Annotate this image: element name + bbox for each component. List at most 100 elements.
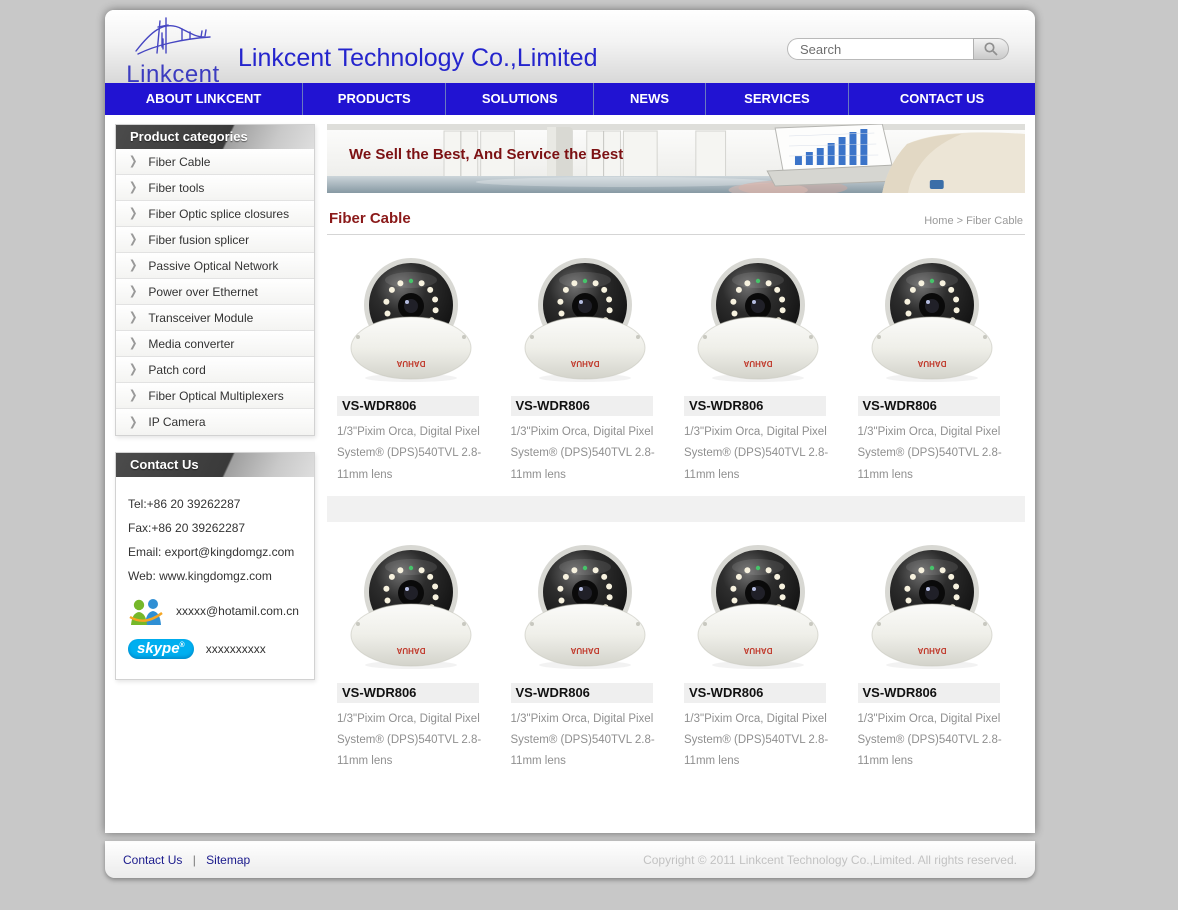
breadcrumb: Home > Fiber Cable xyxy=(924,215,1023,227)
dome-camera-image xyxy=(688,247,828,387)
dome-camera-image xyxy=(862,247,1002,387)
product-card[interactable]: VS-WDR806 1/3"Pixim Orca, Digital Pixel … xyxy=(503,532,677,779)
skype-logo: skype® xyxy=(128,639,194,659)
sidebar: Product categories ❯Fiber Cable ❯Fiber t… xyxy=(115,124,315,833)
chevron-right-icon: ❯ xyxy=(129,311,137,324)
nav-products[interactable]: PRODUCTS xyxy=(302,83,445,115)
sidebar-item-fiber-optic-splice-closures[interactable]: ❯ Fiber Optic splice closures xyxy=(116,201,314,227)
footer-sitemap-link[interactable]: Sitemap xyxy=(206,853,250,867)
sidebar-item-patch-cord[interactable]: ❯ Patch cord xyxy=(116,357,314,383)
chevron-right-icon: ❯ xyxy=(129,181,137,194)
product-card[interactable]: VS-WDR806 1/3"Pixim Orca, Digital Pixel … xyxy=(329,245,503,492)
category-label: Media converter xyxy=(148,337,234,351)
banner-slogan: We Sell the Best, And Service the Best xyxy=(349,146,623,163)
site-container: Linkcent Linkcent Technology Co.,Limited… xyxy=(105,10,1035,833)
product-description: 1/3"Pixim Orca, Digital Pixel System® (D… xyxy=(858,709,1010,773)
category-list: ❯ Fiber Cable ❯Fiber tools ❯ Fiber Optic s… xyxy=(116,149,314,435)
company-name: Linkcent Technology Co.,Limited xyxy=(238,44,597,73)
msn-row: xxxxx@hotamil.com.cn xyxy=(128,596,302,626)
footer-separator: | xyxy=(193,853,196,867)
chevron-right-icon: ❯ xyxy=(129,285,137,298)
product-description: 1/3"Pixim Orca, Digital Pixel System® (D… xyxy=(511,709,663,773)
category-label: Transceiver Module xyxy=(148,311,253,325)
category-label: Passive Optical Network xyxy=(148,259,278,273)
category-label: Patch cord xyxy=(148,363,205,377)
category-label: Fiber Optic splice closures xyxy=(148,207,289,221)
category-label: Fiber fusion splicer xyxy=(148,233,249,247)
dome-camera-image xyxy=(341,247,481,387)
category-label: Fiber Cable xyxy=(148,155,210,169)
product-card[interactable]: VS-WDR806 1/3"Pixim Orca, Digital Pixel … xyxy=(676,245,850,492)
nav-services[interactable]: SERVICES xyxy=(705,83,848,115)
hero-banner: We Sell the Best, And Service the Best xyxy=(327,124,1025,193)
product-name[interactable]: VS-WDR806 xyxy=(684,683,826,703)
category-label: Fiber Optical Multiplexers xyxy=(148,389,283,403)
logo-wordmark: Linkcent xyxy=(117,64,229,86)
bridge-logo-icon xyxy=(130,13,216,59)
product-description: 1/3"Pixim Orca, Digital Pixel System® (D… xyxy=(337,422,489,486)
contact-tel: Tel:+86 20 39262287 xyxy=(128,497,302,511)
product-row-2: VS-WDR806 1/3"Pixim Orca, Digital Pixel … xyxy=(327,522,1025,783)
chevron-right-icon: ❯ xyxy=(129,155,137,168)
nav-news[interactable]: NEWS xyxy=(593,83,705,115)
product-description: 1/3"Pixim Orca, Digital Pixel System® (D… xyxy=(684,709,836,773)
sidebar-item-passive-optical-network[interactable]: ❯Passive Optical Network xyxy=(116,253,314,279)
chevron-right-icon: ❯ xyxy=(129,233,137,246)
chevron-right-icon: ❯ xyxy=(129,337,137,350)
dome-camera-image xyxy=(515,247,655,387)
contact-email: Email: export@kingdomgz.com xyxy=(128,545,302,559)
chevron-right-icon: ❯ xyxy=(129,363,137,376)
sidebar-item-fiber-optical-multiplexers[interactable]: ❯Fiber Optical Multiplexers xyxy=(116,383,314,409)
product-categories-box: Product categories ❯Fiber Cable ❯Fiber t… xyxy=(115,124,315,436)
sidebar-item-power-over-ethernet[interactable]: ❯Power over Ethernet xyxy=(116,279,314,305)
category-label: IP Camera xyxy=(148,415,205,429)
product-row-1: VS-WDR806 1/3"Pixim Orca, Digital Pixel … xyxy=(327,235,1025,496)
product-card[interactable]: VS-WDR806 1/3"Pixim Orca, Digital Pixel … xyxy=(503,245,677,492)
product-card[interactable]: VS-WDR806 1/3"Pixim Orca, Digital Pixel … xyxy=(676,532,850,779)
product-card[interactable]: VS-WDR806 1/3"Pixim Orca, Digital Pixel … xyxy=(329,532,503,779)
product-card[interactable]: VS-WDR806 1/3"Pixim Orca, Digital Pixel … xyxy=(850,245,1024,492)
main-area: Product categories ❯Fiber Cable ❯Fiber t… xyxy=(105,115,1035,833)
contact-body: Tel:+86 20 39262287 Fax:+86 20 39262287 … xyxy=(116,477,314,679)
skype-id: xxxxxxxxxx xyxy=(206,642,266,656)
product-description: 1/3"Pixim Orca, Digital Pixel System® (D… xyxy=(511,422,663,486)
product-name[interactable]: VS-WDR806 xyxy=(337,396,479,416)
search-input[interactable] xyxy=(787,38,973,60)
product-name[interactable]: VS-WDR806 xyxy=(511,683,653,703)
contact-web: Web: www.kingdomgz.com xyxy=(128,569,302,583)
sidebar-item-fiber-cable[interactable]: ❯ Fiber Cable xyxy=(116,149,314,175)
page-title-row: Fiber Cable Home > Fiber Cable xyxy=(329,210,1023,227)
product-name[interactable]: VS-WDR806 xyxy=(511,396,653,416)
sidebar-item-fiber-tools[interactable]: ❯Fiber tools xyxy=(116,175,314,201)
product-card[interactable]: VS-WDR806 1/3"Pixim Orca, Digital Pixel … xyxy=(850,532,1024,779)
dome-camera-image xyxy=(515,534,655,674)
sidebar-item-media-converter[interactable]: ❯ Media converter xyxy=(116,331,314,357)
site-header: Linkcent Linkcent Technology Co.,Limited xyxy=(105,10,1035,83)
chevron-right-icon: ❯ xyxy=(129,415,137,428)
site-footer: Contact Us | Sitemap Copyright © 2011 Li… xyxy=(105,841,1035,878)
contact-fax: Fax:+86 20 39262287 xyxy=(128,521,302,535)
sidebar-item-fiber-fusion-splicer[interactable]: ❯ Fiber fusion splicer xyxy=(116,227,314,253)
chevron-right-icon: ❯ xyxy=(129,207,137,220)
product-name[interactable]: VS-WDR806 xyxy=(684,396,826,416)
magnifier-icon xyxy=(983,41,999,57)
footer-contact-us-link[interactable]: Contact Us xyxy=(123,853,182,867)
content-area: We Sell the Best, And Service the Best F… xyxy=(327,124,1025,833)
row-separator xyxy=(327,496,1025,522)
product-name[interactable]: VS-WDR806 xyxy=(858,396,1000,416)
copyright-text: Copyright © 2011 Linkcent Technology Co.… xyxy=(643,853,1017,867)
msn-icon xyxy=(128,596,164,626)
product-name[interactable]: VS-WDR806 xyxy=(337,683,479,703)
search-box xyxy=(787,38,1009,60)
nav-contact-us[interactable]: CONTACT US xyxy=(848,83,1035,115)
product-description: 1/3"Pixim Orca, Digital Pixel System® (D… xyxy=(684,422,836,486)
nav-solutions[interactable]: SOLUTIONS xyxy=(445,83,593,115)
company-logo[interactable]: Linkcent xyxy=(117,13,229,86)
product-description: 1/3"Pixim Orca, Digital Pixel System® (D… xyxy=(337,709,489,773)
search-button[interactable] xyxy=(973,38,1009,60)
breadcrumb-home-link[interactable]: Home xyxy=(924,215,953,227)
product-description: 1/3"Pixim Orca, Digital Pixel System® (D… xyxy=(858,422,1010,486)
sidebar-item-ip-camera[interactable]: ❯ IP Camera xyxy=(116,409,314,435)
sidebar-item-transceiver-module[interactable]: ❯ Transceiver Module xyxy=(116,305,314,331)
product-name[interactable]: VS-WDR806 xyxy=(858,683,1000,703)
